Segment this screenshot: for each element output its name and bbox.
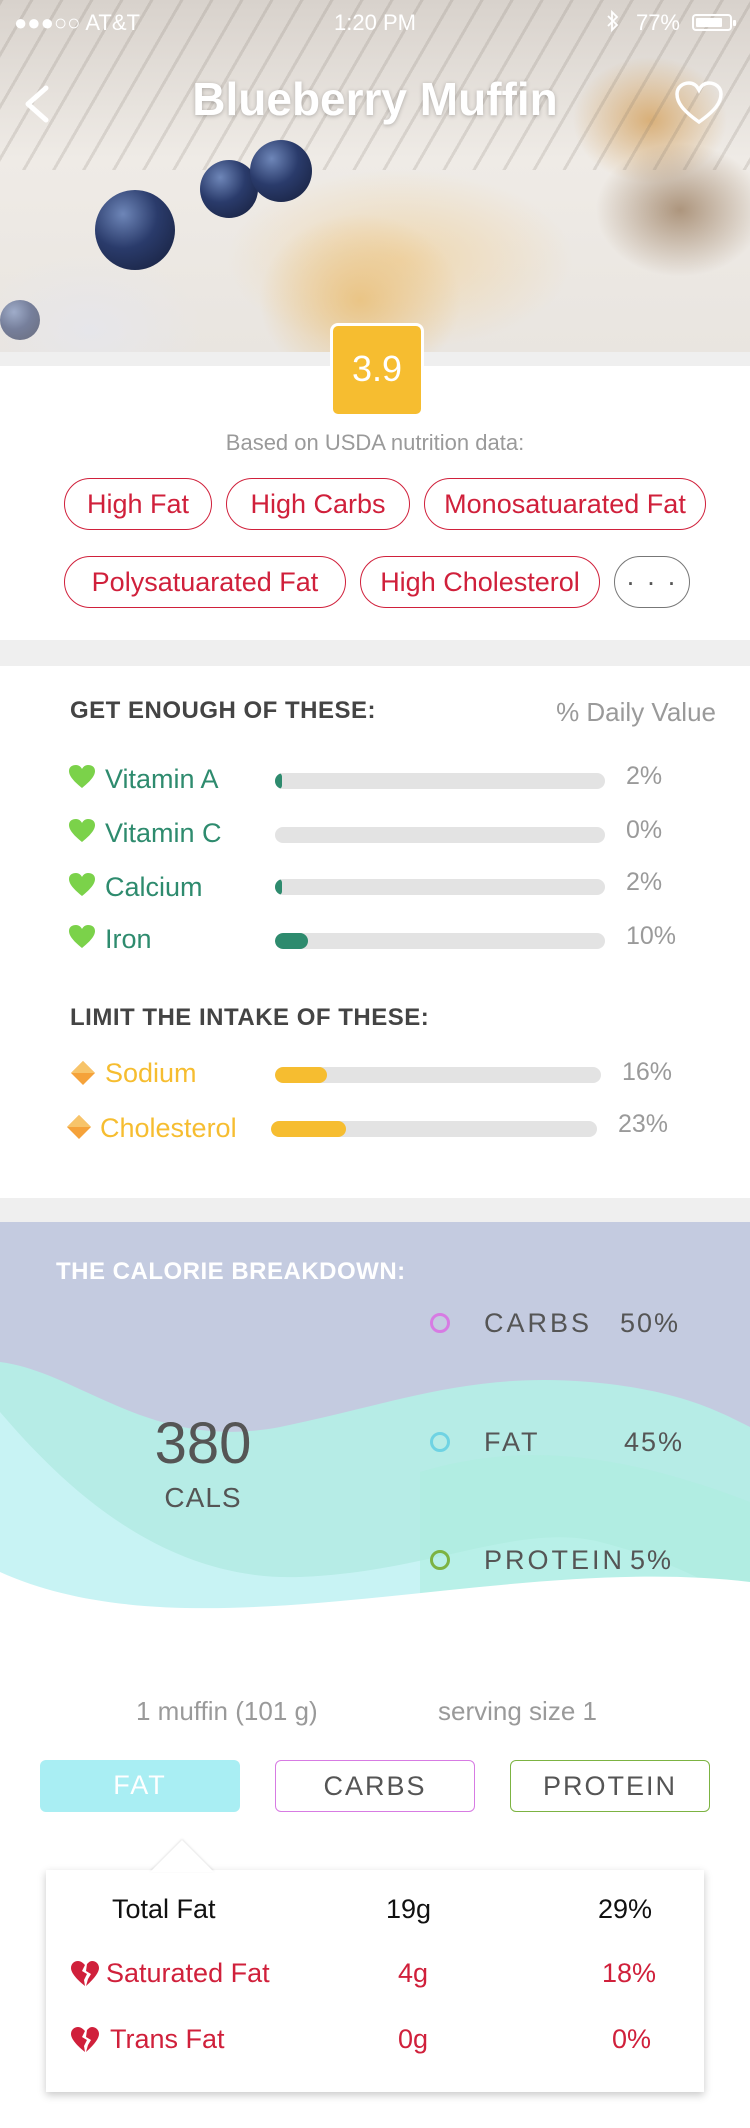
tag-high-cholesterol[interactable]: High Cholesterol	[360, 556, 600, 608]
calorie-breakdown-heading: THE CALORIE BREAKDOWN:	[56, 1258, 406, 1285]
limit-intake-heading: LIMIT THE INTAKE OF THESE:	[70, 1004, 430, 1031]
protein-dot-icon	[430, 1550, 450, 1570]
battery-icon	[692, 14, 736, 31]
divider	[0, 1198, 750, 1222]
nutrient-pct: 23%	[618, 1110, 669, 1138]
calorie-count: 380	[154, 1411, 252, 1476]
row-amount: 4g	[398, 1958, 429, 1988]
card-pointer	[150, 1840, 214, 1872]
green-heart-icon	[68, 764, 96, 795]
hero-image	[0, 0, 750, 352]
health-score-badge: 3.9	[330, 323, 424, 417]
calorie-unit: CALS	[164, 1482, 242, 1513]
usda-note: Based on USDA nutrition data:	[225, 430, 525, 455]
divider	[0, 640, 750, 666]
fat-dot-icon	[430, 1432, 450, 1452]
tag-polysaturated-fat[interactable]: Polysatuarated Fat	[64, 556, 346, 608]
row-pct: 18%	[602, 1958, 657, 1988]
tab-fat[interactable]: FAT	[40, 1760, 240, 1812]
tag-monosaturated-fat[interactable]: Monosatuarated Fat	[424, 478, 706, 530]
progress-bar	[275, 1067, 601, 1083]
nutrient-pct: 16%	[622, 1058, 673, 1086]
daily-value-label: % Daily Value	[556, 697, 716, 727]
more-tags-button[interactable]: · · ·	[614, 556, 690, 608]
tag-high-fat[interactable]: High Fat	[64, 478, 212, 530]
progress-bar	[275, 773, 605, 789]
orange-diamond-icon	[70, 1060, 96, 1091]
get-enough-heading: GET ENOUGH OF THESE:	[70, 697, 377, 724]
tab-protein[interactable]: PROTEIN	[510, 1760, 710, 1812]
legend-value: 45%	[624, 1427, 685, 1457]
page-title: Blueberry Muffin	[192, 73, 558, 125]
progress-bar	[275, 827, 605, 843]
battery-percent: 77%	[635, 10, 680, 35]
nutrient-pct: 2%	[626, 762, 663, 790]
legend-value: 5%	[630, 1545, 674, 1575]
orange-diamond-icon	[66, 1114, 92, 1145]
progress-bar	[275, 933, 605, 949]
row-name: Saturated Fat	[106, 1958, 270, 1988]
nutrient-label: Cholesterol	[100, 1113, 237, 1143]
tab-carbs[interactable]: CARBS	[275, 1760, 475, 1812]
tag-high-carbs[interactable]: High Carbs	[226, 478, 410, 530]
legend-label: PROTEIN	[484, 1545, 626, 1575]
carbs-dot-icon	[430, 1313, 450, 1333]
green-heart-icon	[68, 924, 96, 955]
legend-value: 50%	[620, 1308, 681, 1338]
row-pct: 29%	[598, 1894, 653, 1924]
broken-heart-icon	[70, 2026, 100, 2059]
green-heart-icon	[68, 818, 96, 849]
legend-label: FAT	[484, 1427, 541, 1457]
row-amount: 19g	[386, 1894, 432, 1924]
nutrient-pct: 10%	[626, 922, 677, 950]
serving-amount[interactable]: 1 muffin (101 g)	[136, 1696, 318, 1727]
row-name: Total Fat	[112, 1894, 216, 1924]
nutrient-label: Iron	[105, 924, 152, 954]
progress-bar	[271, 1121, 597, 1137]
nutrient-label: Calcium	[105, 872, 203, 902]
nutrient-label: Vitamin A	[105, 764, 219, 794]
nutrient-label: Sodium	[105, 1058, 197, 1088]
green-heart-icon	[68, 872, 96, 903]
status-bar: ●●●○○ AT&T 1:20 PM 77%	[0, 8, 750, 38]
serving-size[interactable]: serving size 1	[438, 1696, 597, 1727]
favorite-heart-icon[interactable]	[674, 80, 724, 126]
legend-label: CARBS	[484, 1308, 593, 1338]
row-pct: 0%	[612, 2024, 652, 2054]
row-amount: 0g	[398, 2024, 429, 2054]
nutrient-pct: 0%	[626, 816, 663, 844]
nutrient-pct: 2%	[626, 868, 663, 896]
row-name: Trans Fat	[110, 2024, 225, 2054]
progress-bar	[275, 879, 605, 895]
nutrient-label: Vitamin C	[105, 818, 222, 848]
bluetooth-icon	[606, 9, 620, 38]
broken-heart-icon	[70, 1960, 100, 1993]
